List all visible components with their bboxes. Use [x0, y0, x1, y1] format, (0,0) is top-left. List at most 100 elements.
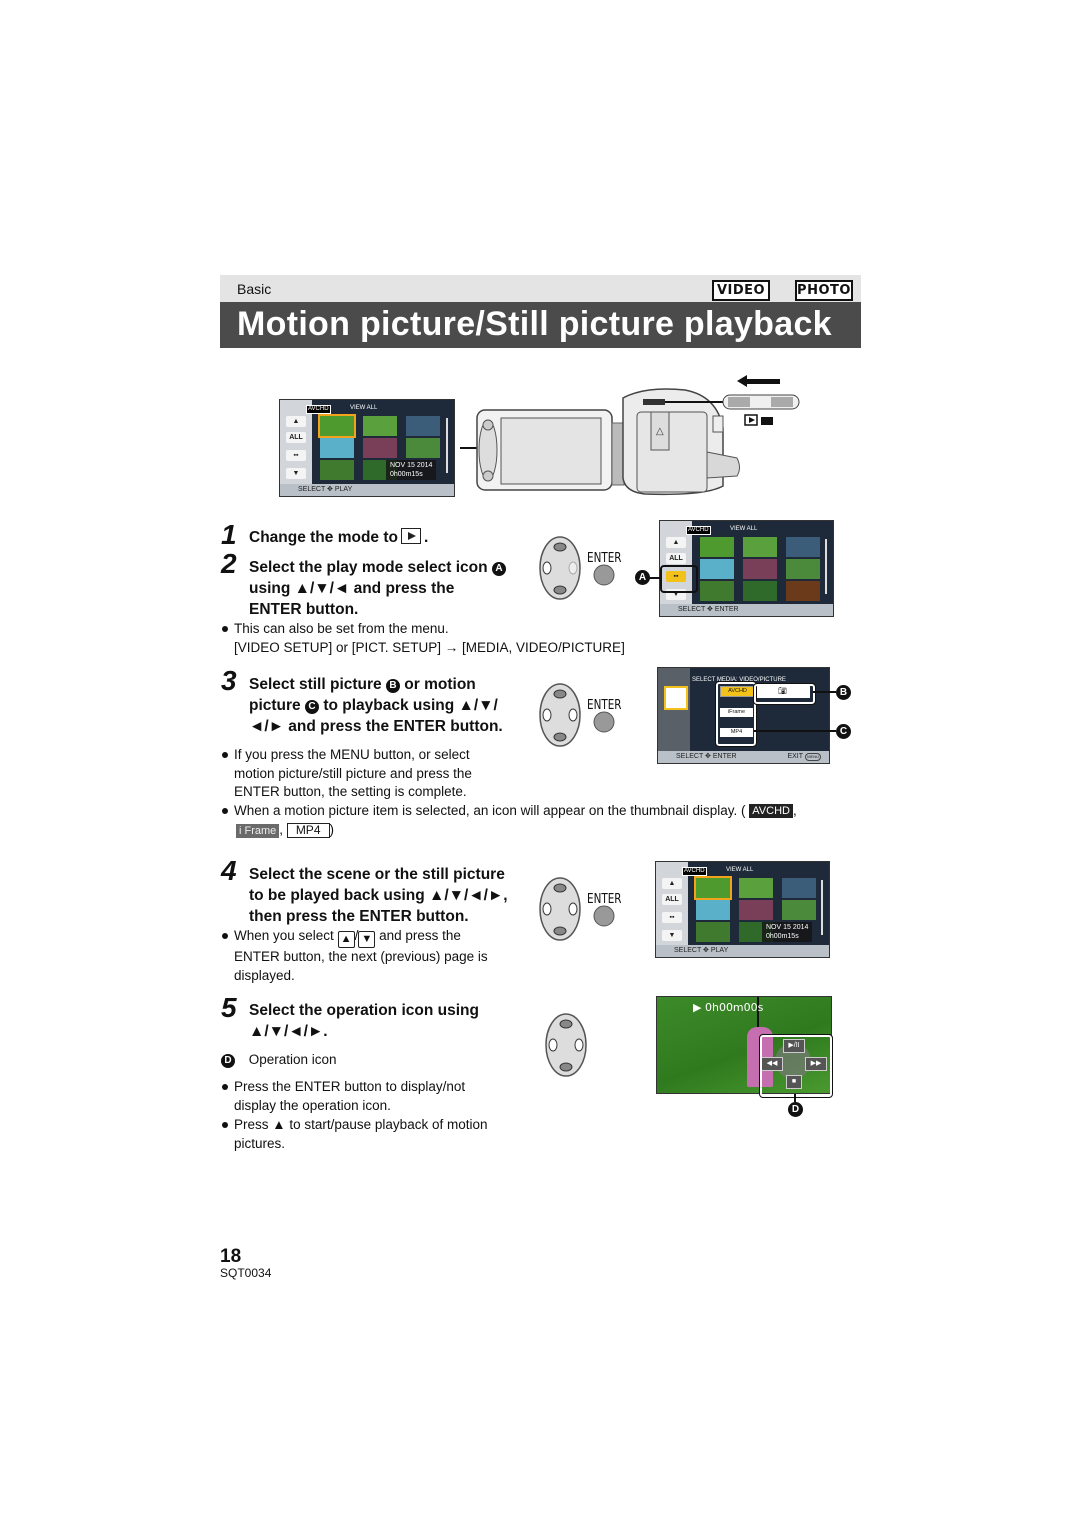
document-code: SQT0034: [220, 1266, 272, 1280]
thumbnail: [696, 900, 730, 920]
step-2-line-2: using ▲/▼/◄ and press the: [249, 580, 455, 597]
thumbnail: [786, 537, 820, 557]
joystick-step-2: [539, 536, 615, 600]
step-3-line-1b: or motion: [404, 676, 476, 693]
enter-label: ENTER: [587, 892, 622, 907]
photo-mode-badge: PHOTO: [795, 280, 853, 301]
step-4-line-3: then press the ENTER button.: [249, 908, 469, 925]
right-key-icon: [568, 561, 578, 575]
menu-icon: MENU: [805, 753, 821, 761]
avchd-icon: AVCHD: [682, 867, 707, 876]
note-line: displayed.: [234, 967, 295, 983]
callout-d-badge: D: [788, 1102, 803, 1117]
callout-a-badge: A: [635, 570, 650, 585]
step-1-period: .: [423, 529, 429, 546]
step-3-line-3: ◄/► and press the ENTER button.: [249, 718, 503, 735]
all-button: ALL: [662, 894, 682, 905]
footer-select: SELECT ✥ ENTER: [676, 753, 737, 760]
up-key-icon: ▲: [337, 931, 355, 948]
note-line: This can also be set from the menu.: [234, 621, 449, 636]
callout-c-icon: C: [305, 700, 319, 714]
comma: ,: [792, 803, 797, 818]
iframe-icon: i Frame: [236, 823, 280, 838]
step-2-heading: Select the play mode select icon A using…: [249, 557, 539, 620]
thumbnail: [743, 537, 777, 557]
lcd-footer: SELECT ✥ PLAY: [280, 484, 454, 496]
date-text: NOV 15 2014: [766, 924, 809, 931]
callout-c-line: [754, 730, 836, 732]
step-5-line-1: Select the operation icon using: [249, 1002, 479, 1019]
date-overlay: NOV 15 2014 0h00m15s: [762, 922, 813, 942]
down-key-icon: [559, 1062, 573, 1072]
callout-c-badge: C: [836, 724, 851, 739]
step-2-note: This can also be set from the menu. [VID…: [222, 620, 625, 657]
note-line: and press the: [379, 928, 461, 943]
play-mode-icon: ▪▪: [662, 912, 682, 923]
callout-a-highlight: [660, 565, 698, 593]
thumbnail: [700, 537, 734, 557]
note-line: display the operation icon.: [234, 1097, 391, 1113]
note-line: pictures.: [234, 1135, 286, 1151]
right-key-icon: [568, 708, 578, 722]
note-line: ENTER button, the setting is complete.: [234, 784, 467, 799]
step-5-number: 5: [221, 992, 237, 1023]
step-3-note-2: When a motion picture item is selected, …: [222, 802, 854, 839]
left-key-icon: [548, 1038, 558, 1052]
note-line: When a motion picture item is selected, …: [234, 803, 746, 818]
step-3-heading: Select still picture B or motion picture…: [249, 674, 539, 737]
playback-mode-icon: [400, 528, 421, 544]
thumbnail: [320, 460, 354, 480]
note-line: [VIDEO SETUP] or [PICT. SETUP] → [MEDIA,…: [234, 639, 625, 655]
timecode-display: ▶ 0h00m00s: [693, 1001, 764, 1014]
callout-b-line: [813, 691, 836, 693]
time-text: 0h00m15s: [390, 471, 423, 478]
step-5-line-2: ▲/▼/◄/►.: [249, 1023, 328, 1040]
thumbnail: [363, 438, 397, 458]
thumbnail: [782, 878, 816, 898]
operation-icon-legend: D Operation icon: [221, 1051, 337, 1070]
joystick-step-4: [539, 877, 615, 941]
slide-left-arrow-icon: [737, 375, 780, 387]
step-1-text: Change the mode to: [249, 529, 398, 546]
thumbnail: [743, 581, 777, 601]
step-1-heading: Change the mode to.: [249, 527, 428, 548]
step-3-line-2a: picture: [249, 697, 301, 714]
thumbnail: [739, 900, 773, 920]
thumbnail: [318, 414, 356, 438]
step-4-number: 4: [221, 855, 237, 886]
lcd-thumbnail-screen-top: ▲ ALL ▪▪ ▼ AVCHD VIEW ALL NOV 15 2014 0h…: [279, 399, 455, 497]
callout-d-icon: D: [221, 1054, 235, 1068]
step-3-line-1a: Select still picture: [249, 676, 382, 693]
left-key-icon: [542, 708, 552, 722]
step-4-line-2: to be played back using ▲/▼/◄/►,: [249, 887, 508, 904]
video-camera-icon: [761, 417, 773, 425]
enter-label: ENTER: [587, 551, 622, 566]
callout-d-line: [794, 1094, 796, 1102]
step-5-note-2: Press ▲ to start/pause playback of motio…: [221, 1116, 487, 1153]
enter-button-icon: [593, 905, 615, 927]
thumbnail: [782, 900, 816, 920]
up-key-icon: [553, 542, 567, 552]
avchd-icon: AVCHD: [749, 804, 793, 818]
left-key-icon: [542, 902, 552, 916]
page-down-button: ▼: [286, 468, 306, 479]
callout-b-badge: B: [836, 685, 851, 700]
thumbnail: [696, 922, 730, 942]
left-key-icon: [542, 561, 552, 575]
step-5-heading: Select the operation icon using ▲/▼/◄/►.: [249, 1000, 539, 1042]
section-label: Basic: [237, 281, 272, 297]
lcd-footer: SELECT ✥ PLAY: [656, 945, 829, 957]
step-4-note: When you select ▲ / ▼ and press the ENTER …: [222, 927, 534, 985]
callout-c-highlight: [715, 681, 757, 747]
right-key-icon: [574, 1038, 584, 1052]
note-line: If you press the MENU button, or select: [234, 747, 470, 762]
thumbnail: [363, 416, 397, 436]
lcd-footer: SELECT ✥ ENTER EXIT MENU: [658, 751, 829, 763]
thumbnail: [694, 876, 732, 900]
thumbnail: [786, 581, 820, 601]
svg-text:△: △: [656, 426, 664, 437]
date-text: NOV 15 2014: [390, 462, 433, 469]
thumbnail: [739, 878, 773, 898]
note-line: motion picture/still picture and press t…: [234, 765, 472, 781]
scrollbar: [821, 880, 823, 935]
